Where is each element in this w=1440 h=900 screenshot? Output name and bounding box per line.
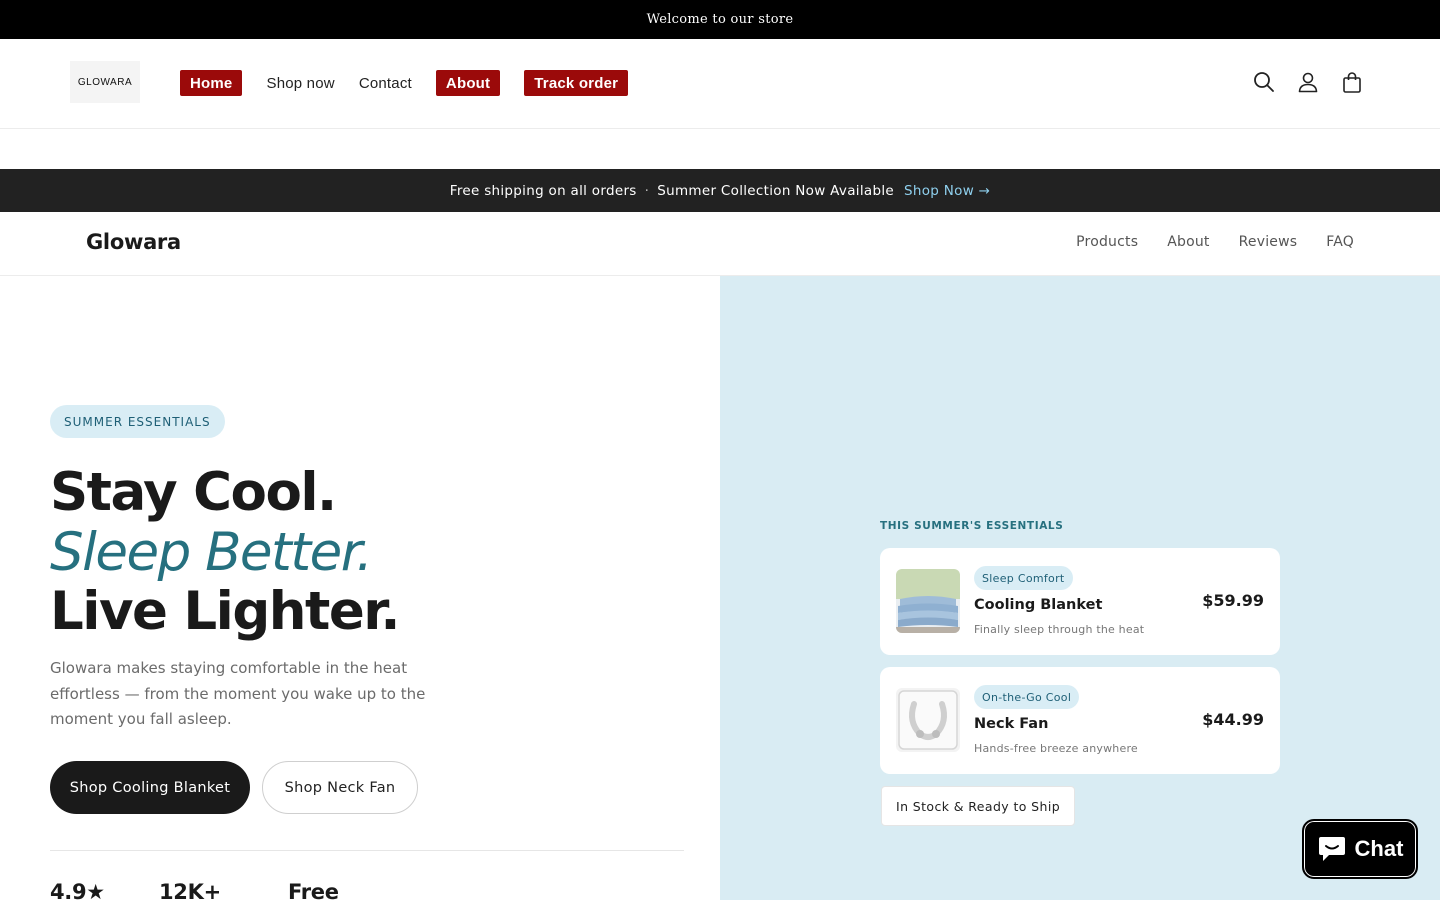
neck-fan-image [896,688,960,752]
cooling-blanket-desc: Finally sleep through the heat [974,623,1145,636]
brand-nav-about[interactable]: About [1167,234,1209,250]
promo-shop-now-link[interactable]: Shop Now → [904,183,990,199]
nav-contact[interactable]: Contact [359,70,412,96]
neck-fan-price: $44.99 [1202,710,1264,729]
promo-bar: Free shipping on all orders · Summer Col… [0,169,1440,212]
product-card-cooling-blanket[interactable]: Sleep Comfort Cooling Blanket Finally sl… [880,548,1280,655]
hero-headline-1: Stay Cool. [50,462,337,523]
brand-nav-reviews[interactable]: Reviews [1239,234,1298,250]
site-header: GLOWARA Home Shop now Contact About Trac… [0,39,1440,129]
showcase-title: THIS SUMMER'S ESSENTIALS [880,520,1064,532]
brand-nav-faq[interactable]: FAQ [1326,234,1354,250]
hero-divider [50,850,684,851]
nav-shop-now[interactable]: Shop now [266,70,334,96]
header-icons [1232,70,1364,94]
stock-badge: In Stock & Ready to Ship [881,786,1076,826]
stat-shipping: Free [288,880,339,900]
nav-home[interactable]: Home [180,70,243,96]
neck-fan-badge: On-the-Go Cool [974,685,1080,709]
cart-icon[interactable] [1340,70,1364,94]
account-icon[interactable] [1296,70,1320,94]
cooling-blanket-image [896,569,960,633]
announcement-text: Welcome to our store [646,12,794,27]
neck-fan-name: Neck Fan [974,716,1049,732]
hero-headline-2: Sleep Better. [50,522,373,583]
product-showcase: THIS SUMMER'S ESSENTIALS Sleep Comfort C… [720,276,1440,900]
neck-fan-desc: Hands-free breeze anywhere [974,742,1138,755]
nav-about[interactable]: About [435,70,501,96]
stat-customers: 12K+ [159,880,221,900]
cooling-blanket-price: $59.99 [1202,591,1264,610]
chat-label: Chat [1354,836,1404,861]
brand-nav-products[interactable]: Products [1076,234,1138,250]
promo-shipping-text: Free shipping on all orders [449,182,637,199]
promo-collection-text: Summer Collection Now Available [657,182,894,199]
cooling-blanket-name: Cooling Blanket [974,597,1103,613]
shop-neck-fan-button[interactable]: Shop Neck Fan [262,761,418,814]
store-logo[interactable]: GLOWARA [70,61,140,103]
product-card-neck-fan[interactable]: On-the-Go Cool Neck Fan Hands-free breez… [880,667,1280,774]
hero-lead: Glowara makes staying comfortable in the… [50,659,426,728]
announcement-bar: Welcome to our store [0,0,1440,39]
brand-nav: Glowara Products About Reviews FAQ [0,212,1440,276]
chat-bubble-icon [1318,837,1345,861]
main-nav: Home Shop now Contact About Track order [180,70,652,96]
shop-cooling-blanket-button[interactable]: Shop Cooling Blanket [50,761,250,814]
hero-headline-3: Live Lighter. [50,581,401,642]
promo-separator: · [644,182,650,199]
nav-track-order[interactable]: Track order [524,70,629,96]
brand-name[interactable]: Glowara [86,230,181,254]
chat-button[interactable]: Chat [1302,819,1418,879]
brand-nav-links: Products About Reviews FAQ [1047,234,1354,250]
cooling-blanket-badge: Sleep Comfort [974,566,1073,590]
hero-content: SUMMER ESSENTIALS Stay Cool. Sleep Bette… [0,276,720,900]
stat-rating: 4.9★ [50,880,105,900]
search-icon[interactable] [1252,70,1276,94]
hero-tag: SUMMER ESSENTIALS [50,405,225,438]
